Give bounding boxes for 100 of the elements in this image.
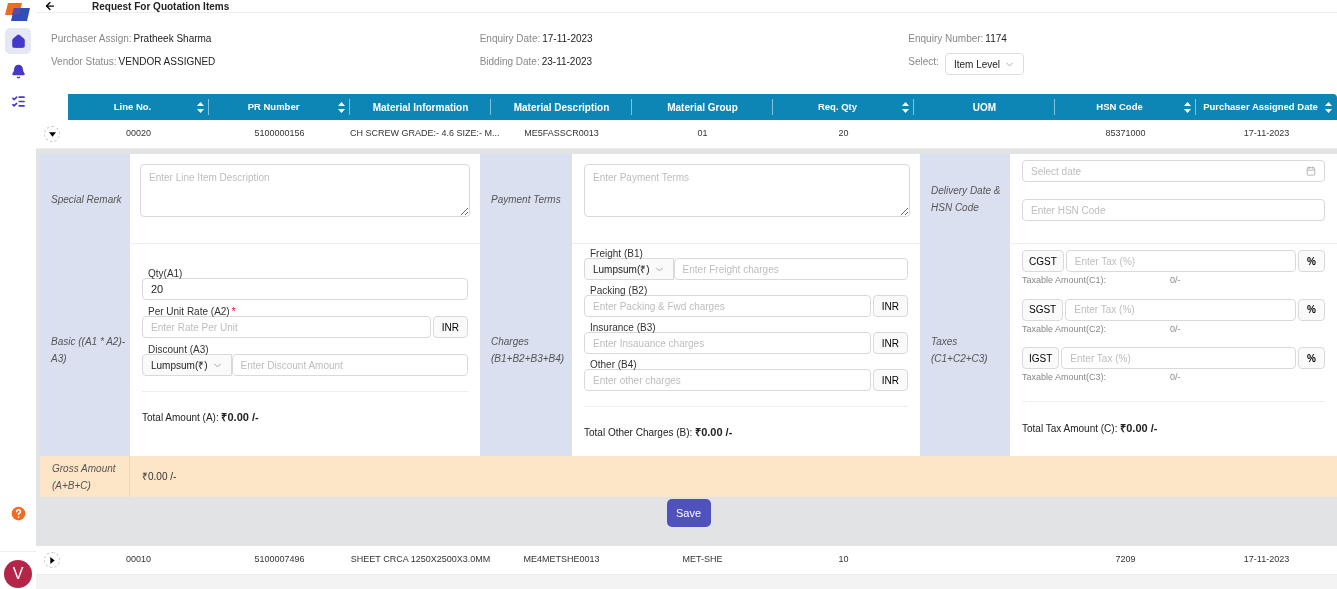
column-header[interactable]: Material Description	[491, 94, 632, 120]
currency-addon: INR	[872, 332, 908, 354]
required-mark: *	[231, 306, 236, 317]
calendar-icon	[1306, 166, 1316, 176]
percent-addon: %	[1298, 298, 1325, 321]
field-label: Insurance (B3)	[590, 322, 656, 333]
nav-item[interactable]	[5, 28, 31, 54]
field-label: Per Unit Rate (A2)	[148, 306, 230, 317]
text-field[interactable]: Enter Packing & Fwd charges	[584, 295, 871, 317]
taxable-amount-label: Taxable Amount(C2):	[1022, 322, 1108, 336]
info-label: Select:	[908, 54, 939, 69]
payment-terms-textarea[interactable]: Enter Payment Terms	[584, 164, 910, 217]
taxable-amount-value: 0/-	[1170, 371, 1181, 384]
table-cell: 10	[838, 554, 849, 565]
checklist-icon	[10, 93, 26, 109]
info-value: 23-11-2023	[541, 54, 593, 69]
total-amount: Total Amount (A): ₹0.00 /-	[142, 410, 260, 425]
info-label: Bidding Date:	[479, 54, 540, 69]
percent-addon: %	[1298, 250, 1325, 272]
remark-textarea[interactable]: Enter Line Item Description	[140, 164, 470, 217]
hsn-field[interactable]: Enter HSN Code	[1022, 199, 1325, 221]
tax-type-addon: SGST	[1022, 298, 1064, 321]
bell-icon	[10, 63, 26, 79]
field-label: Freight (B1)	[590, 248, 643, 259]
column-header[interactable]: Line No.	[68, 94, 209, 120]
type-select[interactable]: Lumpsum(₹)	[584, 258, 674, 280]
section-label: Basic ((A1 * A2)- A3)	[40, 244, 130, 456]
taxable-amount-label: Taxable Amount(C3):	[1022, 371, 1108, 384]
text-field[interactable]: Enter Rate Per Unit	[142, 316, 431, 338]
info-label: Enquiry Number:	[908, 31, 984, 46]
gross-amount-value: ₹0.00 /-	[142, 470, 177, 484]
section-label: Taxes (C1+C2+C3)	[920, 244, 1010, 456]
currency-addon: INR	[432, 316, 468, 338]
table-cell: SHEET CRCA 1250X2500X3.0MM	[350, 554, 491, 565]
back-icon[interactable]	[44, 0, 56, 12]
column-header[interactable]: PR Number	[209, 94, 350, 120]
taxable-amount-label: Taxable Amount(C1):	[1022, 274, 1108, 287]
column-header[interactable]: Material Group	[632, 94, 773, 120]
info-label: Enquiry Date:	[479, 31, 541, 46]
column-header[interactable]: Material Information	[350, 94, 491, 120]
taxable-amount-value: 0/-	[1170, 274, 1181, 287]
info-label: Purchaser Assign:	[51, 31, 132, 46]
page-title: Request For Quotation Items	[92, 0, 230, 14]
caret-right-icon	[48, 556, 56, 564]
total-amount: Total Tax Amount (C): ₹0.00 /-	[1022, 420, 1159, 436]
tax-field[interactable]: Enter Tax (%)	[1061, 347, 1297, 369]
percent-addon: %	[1298, 347, 1325, 369]
home-icon	[10, 33, 26, 49]
info-label: Vendor Status:	[51, 54, 117, 69]
section-label: Payment Terms	[480, 154, 572, 244]
sort-icon[interactable]	[338, 102, 345, 113]
type-select[interactable]: Lumpsum(₹)	[142, 354, 232, 376]
tax-field[interactable]: Enter Tax (%)	[1065, 298, 1297, 321]
column-header[interactable]: Req. Qty	[773, 94, 914, 120]
taxable-amount-value: 0/-	[1170, 322, 1181, 336]
field-label: Other (B4)	[590, 359, 637, 370]
tax-type-addon: CGST	[1022, 250, 1064, 272]
section-label: Special Remark	[40, 154, 130, 244]
text-field[interactable]: 20	[142, 278, 468, 300]
section-label: Delivery Date & HSN Code	[920, 154, 1010, 244]
total-amount: Total Other Charges (B): ₹0.00 /-	[584, 425, 734, 440]
info-value: VENDOR ASSIGNED	[118, 54, 216, 69]
column-header[interactable]: Purchaser Assigned Date	[1196, 94, 1337, 120]
field-label: Qty(A1)	[148, 268, 183, 279]
sort-icon[interactable]	[197, 102, 204, 113]
table-cell: 7209	[1115, 554, 1136, 565]
field-label: Discount (A3)	[148, 344, 209, 355]
table-cell: ME5FASSCR0013	[524, 128, 599, 139]
currency-addon: INR	[872, 295, 908, 317]
text-field[interactable]: Enter Freight charges	[673, 258, 908, 280]
column-header[interactable]: UOM	[914, 94, 1055, 120]
sort-icon[interactable]	[902, 102, 909, 113]
level-select[interactable]: Item Level	[944, 53, 1025, 75]
text-field[interactable]: Enter Discount Amount	[231, 354, 468, 376]
table-cell: CH SCREW GRADE:- 4.6 SIZE:- M...	[350, 128, 500, 139]
text-field[interactable]: Enter other charges	[584, 369, 871, 391]
save-button[interactable]: Save	[666, 499, 711, 527]
field-label: Packing (B2)	[590, 285, 648, 296]
section-label: Charges (B1+B2+B3+B4)	[480, 244, 572, 456]
info-value: 17-11-2023	[542, 31, 593, 46]
info-value: Pratheek Sharma	[133, 31, 212, 46]
column-header[interactable]: HSN Code	[1055, 94, 1196, 120]
text-field[interactable]: Enter Insauance charges	[584, 332, 871, 354]
table-cell: 00020	[126, 128, 151, 139]
info-value: 1174	[985, 31, 1007, 46]
currency-addon: INR	[872, 369, 908, 391]
table-cell: ME4METSHE0013	[523, 554, 600, 565]
avatar[interactable]: V	[4, 560, 32, 588]
table-cell: 5100007496	[254, 554, 305, 565]
table-cell: 85371000	[1105, 128, 1146, 139]
sort-icon[interactable]	[1325, 102, 1332, 113]
logo[interactable]	[5, 2, 31, 24]
table-cell: 20	[838, 128, 849, 139]
gross-amount-label: Gross Amount (A+B+C)	[52, 461, 117, 493]
table-cell: 17-11-2023	[1243, 554, 1290, 565]
table-cell: 00010	[126, 554, 151, 565]
table-cell: 5100000156	[254, 128, 305, 139]
sort-icon[interactable]	[1184, 102, 1191, 113]
help-icon[interactable]	[10, 506, 26, 521]
tax-field[interactable]: Enter Tax (%)	[1065, 250, 1297, 272]
